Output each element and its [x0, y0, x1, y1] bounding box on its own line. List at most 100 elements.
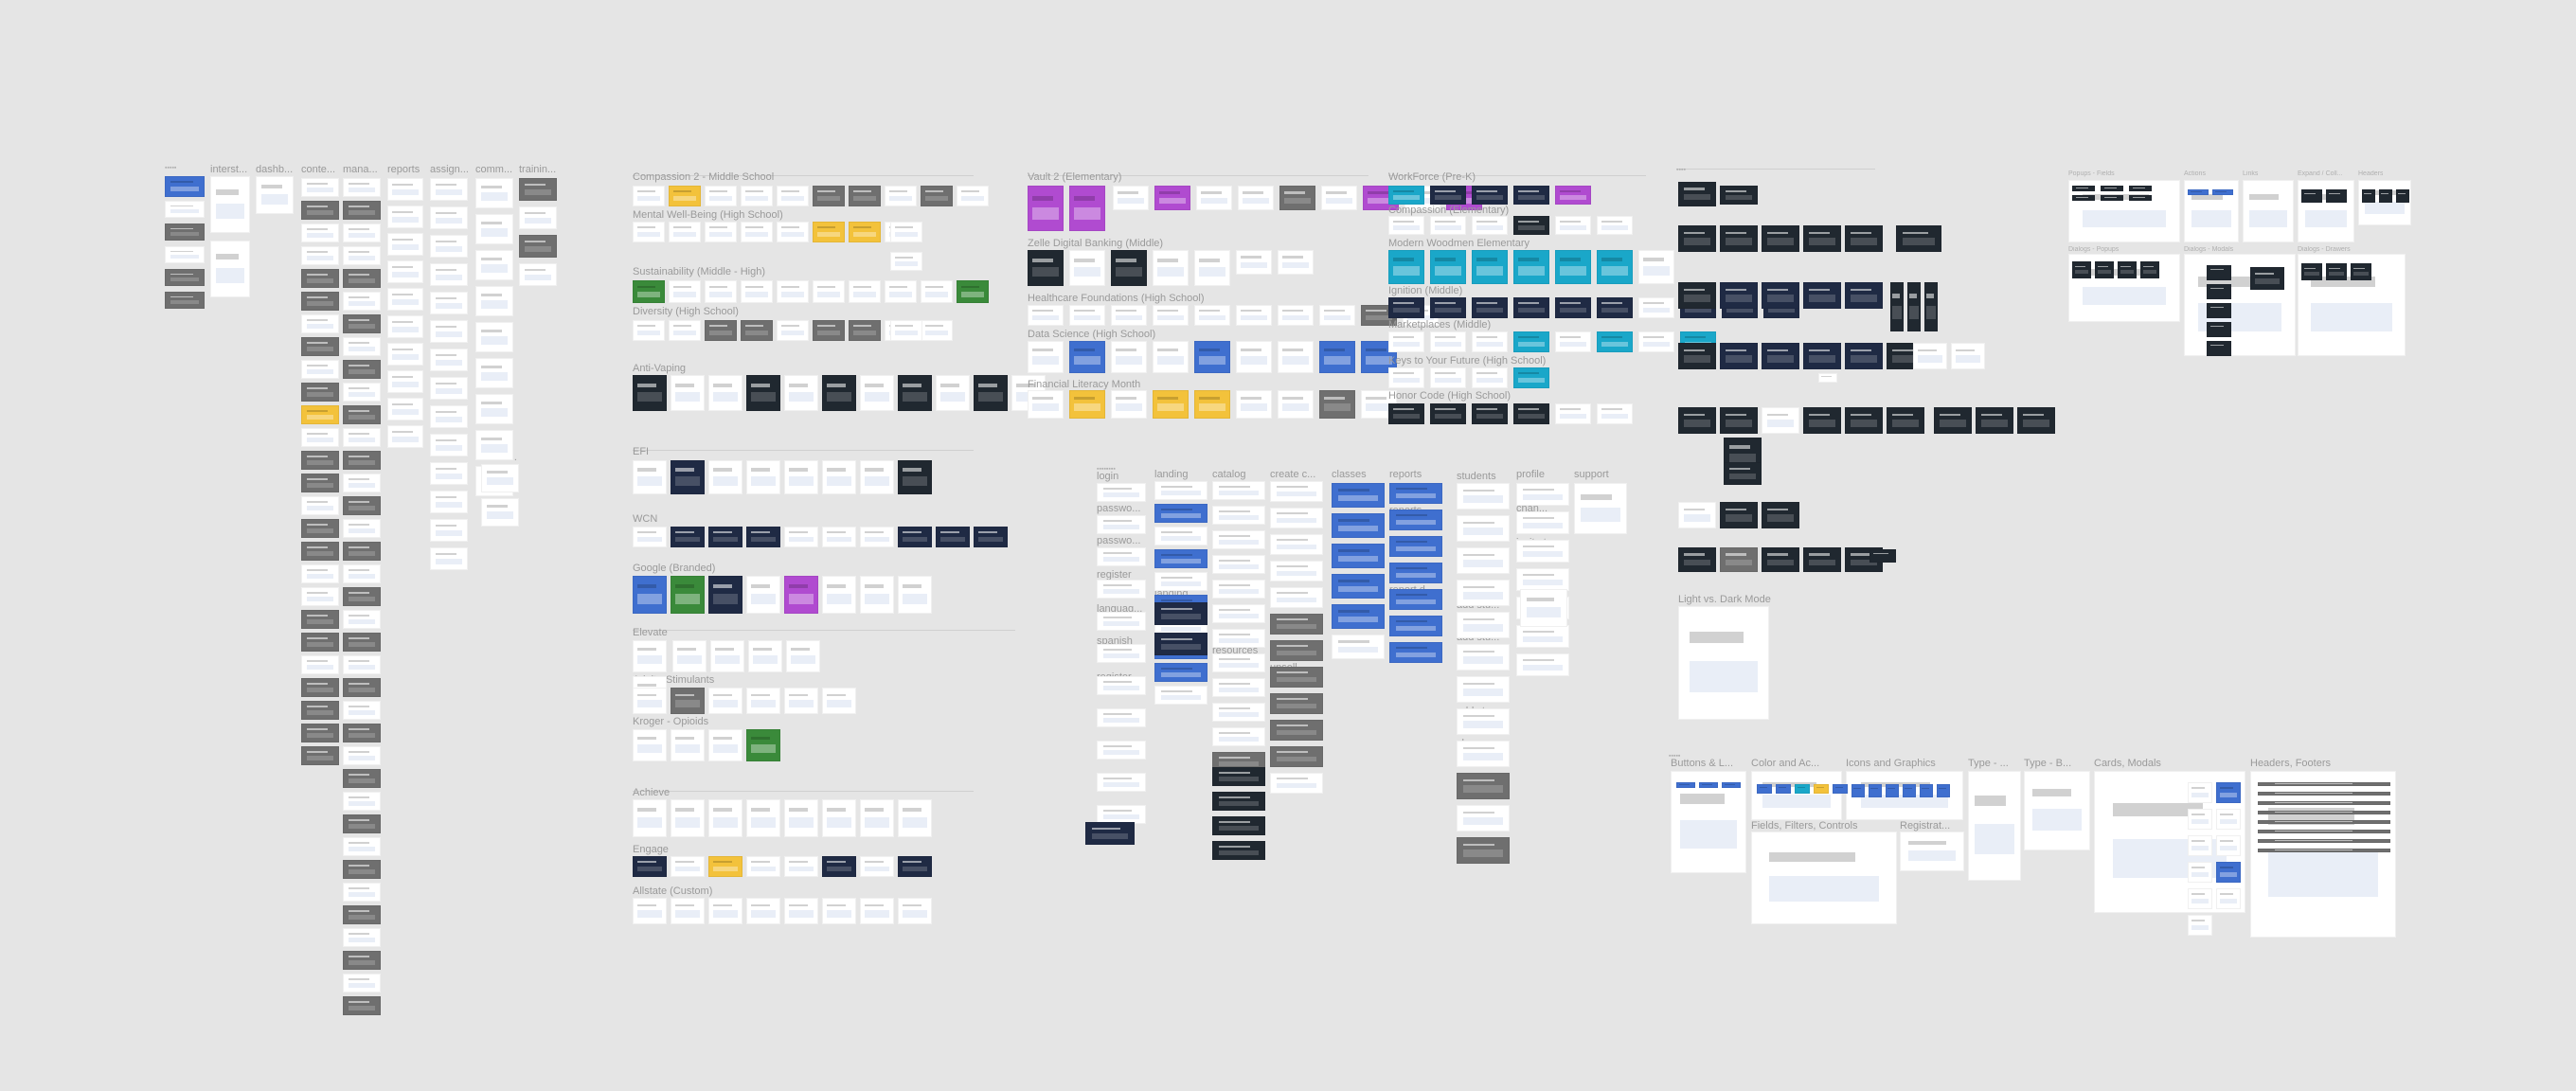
screen-thumbnail[interactable] [343, 996, 381, 1015]
screen-thumbnail[interactable] [475, 430, 513, 460]
screen-thumbnail[interactable] [2072, 261, 2091, 278]
screen-thumbnail[interactable] [633, 640, 667, 672]
screen-thumbnail[interactable] [343, 542, 381, 561]
screen-thumbnail[interactable] [343, 724, 381, 742]
screen-thumbnail[interactable] [2017, 407, 2055, 434]
screen-thumbnail[interactable] [708, 799, 742, 837]
screen-thumbnail[interactable] [1430, 297, 1466, 318]
screen-thumbnail[interactable] [1389, 563, 1442, 583]
screen-thumbnail[interactable] [343, 746, 381, 765]
screen-thumbnail[interactable] [1389, 616, 1442, 636]
screen-thumbnail[interactable] [301, 542, 339, 561]
screen-thumbnail[interactable] [860, 856, 894, 877]
screen-thumbnail[interactable] [475, 358, 513, 388]
screen-thumbnail[interactable] [1520, 589, 1567, 627]
screen-thumbnail[interactable] [746, 729, 780, 761]
screen-thumbnail[interactable] [475, 394, 513, 424]
screen-thumbnail[interactable] [1212, 816, 1265, 835]
screen-thumbnail[interactable] [1513, 216, 1549, 235]
screen-thumbnail[interactable] [1388, 331, 1424, 352]
screen-thumbnail[interactable] [1869, 549, 1896, 563]
screen-thumbnail[interactable] [1153, 305, 1189, 326]
screen-thumbnail[interactable] [1236, 250, 1272, 275]
screen-thumbnail[interactable] [898, 799, 932, 837]
screen-thumbnail[interactable] [1319, 305, 1355, 326]
screen-thumbnail[interactable] [1513, 403, 1549, 424]
screen-thumbnail[interactable] [1194, 250, 1230, 286]
screen-thumbnail[interactable] [519, 178, 557, 201]
screen-thumbnail[interactable] [1389, 589, 1442, 610]
component-frame[interactable] [2243, 180, 2294, 242]
screen-thumbnail[interactable] [301, 678, 339, 697]
screen-thumbnail[interactable] [921, 186, 953, 206]
screen-thumbnail[interactable] [708, 856, 742, 877]
screen-thumbnail[interactable] [1270, 614, 1323, 635]
screen-thumbnail[interactable] [165, 292, 205, 309]
screen-thumbnail[interactable] [1388, 403, 1424, 424]
screen-thumbnail[interactable] [2258, 782, 2390, 786]
screen-thumbnail[interactable] [1638, 250, 1674, 284]
screen-thumbnail[interactable] [2188, 189, 2209, 195]
screen-thumbnail[interactable] [430, 547, 468, 570]
screen-thumbnail[interactable] [1678, 225, 1716, 252]
screen-thumbnail[interactable] [1270, 640, 1323, 661]
screen-thumbnail[interactable] [2258, 830, 2390, 833]
screen-thumbnail[interactable] [1270, 534, 1323, 555]
screen-thumbnail[interactable] [343, 633, 381, 652]
screen-thumbnail[interactable] [301, 178, 339, 197]
screen-thumbnail[interactable] [1845, 282, 1883, 309]
screen-thumbnail[interactable] [1028, 390, 1064, 419]
screen-thumbnail[interactable] [343, 905, 381, 924]
screen-thumbnail[interactable] [671, 688, 705, 714]
screen-thumbnail[interactable] [2258, 849, 2390, 852]
screen-thumbnail[interactable] [1028, 250, 1064, 286]
screen-thumbnail[interactable] [1212, 727, 1265, 746]
screen-thumbnail[interactable] [1196, 186, 1232, 210]
screen-thumbnail[interactable] [2207, 303, 2231, 318]
screen-thumbnail[interactable] [1238, 186, 1274, 210]
screen-thumbnail[interactable] [430, 491, 468, 513]
screen-thumbnail[interactable] [1720, 186, 1758, 205]
screen-thumbnail[interactable] [1113, 186, 1149, 210]
screen-thumbnail[interactable] [1069, 341, 1105, 373]
screen-thumbnail[interactable] [301, 292, 339, 311]
screen-thumbnail[interactable] [1270, 508, 1323, 528]
screen-thumbnail[interactable] [822, 460, 856, 494]
screen-thumbnail[interactable] [301, 474, 339, 492]
screen-thumbnail[interactable] [1278, 390, 1314, 419]
screen-thumbnail[interactable] [813, 222, 845, 242]
screen-thumbnail[interactable] [210, 241, 250, 297]
screen-thumbnail[interactable] [957, 186, 989, 206]
screen-thumbnail[interactable] [301, 633, 339, 652]
screen-thumbnail[interactable] [1678, 502, 1716, 528]
screen-thumbnail[interactable] [1154, 663, 1208, 682]
screen-thumbnail[interactable] [1153, 341, 1189, 373]
screen-thumbnail[interactable] [633, 320, 665, 341]
screen-thumbnail[interactable] [1194, 390, 1230, 419]
screen-thumbnail[interactable] [1388, 367, 1424, 388]
screen-thumbnail[interactable] [430, 349, 468, 371]
screen-thumbnail[interactable] [2188, 862, 2212, 883]
screen-thumbnail[interactable] [430, 519, 468, 542]
screen-thumbnail[interactable] [2140, 261, 2159, 278]
screen-thumbnail[interactable] [860, 576, 894, 614]
screen-thumbnail[interactable] [705, 222, 737, 242]
screen-thumbnail[interactable] [890, 222, 922, 242]
screen-thumbnail[interactable] [1279, 186, 1315, 210]
screen-thumbnail[interactable] [387, 178, 423, 201]
screen-thumbnail[interactable] [1212, 481, 1265, 500]
screen-thumbnail[interactable] [301, 201, 339, 220]
screen-thumbnail[interactable] [1457, 837, 1510, 864]
design-system-frame[interactable] [2250, 771, 2396, 938]
design-system-frame[interactable] [1900, 832, 1964, 871]
screen-thumbnail[interactable] [1154, 527, 1208, 546]
screen-thumbnail[interactable] [1896, 225, 1941, 252]
screen-thumbnail[interactable] [671, 460, 705, 494]
screen-thumbnail[interactable] [974, 375, 1008, 411]
screen-thumbnail[interactable] [1097, 741, 1146, 760]
screen-thumbnail[interactable] [1457, 612, 1510, 638]
screen-thumbnail[interactable] [343, 564, 381, 583]
screen-thumbnail[interactable] [1555, 216, 1591, 235]
screen-thumbnail[interactable] [343, 610, 381, 629]
screen-thumbnail[interactable] [1457, 580, 1510, 606]
